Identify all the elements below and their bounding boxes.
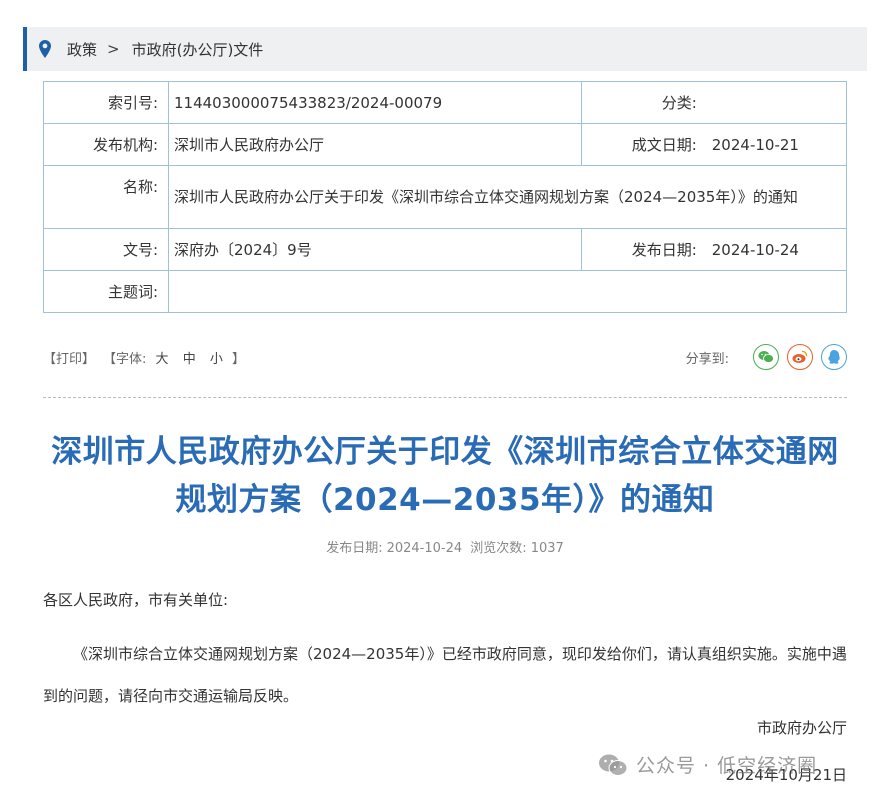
breadcrumb: 政策 > 市政府(办公厅)文件 — [23, 27, 867, 71]
font-size-control: 【字体: 大 中 小 】 — [103, 348, 245, 367]
qq-icon — [828, 350, 840, 364]
publish-date-label: 发布日期: — [581, 228, 707, 271]
font-size-large-button[interactable]: 大 — [156, 352, 169, 367]
metadata-row-keywords: 主题词: — [43, 270, 847, 313]
name-label: 名称: — [43, 165, 169, 229]
font-size-medium-button[interactable]: 中 — [183, 352, 196, 367]
article-title: 深圳市人民政府办公厅关于印发《深圳市综合立体交通网规划方案（2024—2035年… — [51, 434, 839, 518]
category-label: 分类: — [581, 81, 707, 124]
breadcrumb-link-gov-docs[interactable]: 市政府(办公厅)文件 — [132, 39, 264, 60]
watermark: 公众号 · 低空经济圈 — [598, 751, 817, 778]
pubinfo-date: 2024-10-24 — [386, 541, 463, 556]
article-paragraph: 《深圳市综合立体交通网规划方案（2024—2035年）》已经市政府同意，现印发给… — [43, 645, 847, 705]
publish-date-value: 2024-10-24 — [706, 228, 847, 271]
created-date-value: 2024-10-21 — [706, 123, 847, 166]
wechat-official-account-icon — [599, 754, 628, 776]
publisher-value: 深圳市人民政府办公厅 — [167, 123, 583, 166]
metadata-row-docno: 文号: 深府办〔2024〕9号 发布日期: 2024-10-24 — [43, 228, 847, 271]
article-pubinfo: 发布日期: 2024-10-24 浏览次数: 1037 — [43, 537, 847, 556]
category-value — [706, 81, 847, 124]
qq-share-button[interactable] — [821, 344, 847, 370]
pubinfo-views: 1037 — [530, 541, 564, 556]
created-date-label: 成文日期: — [581, 123, 707, 166]
keywords-value — [168, 270, 847, 313]
article-signature: 市政府办公厅 — [756, 719, 847, 737]
breadcrumb-link-policy[interactable]: 政策 — [67, 39, 97, 60]
watermark-text: 公众号 · 低空经济圈 — [636, 755, 818, 777]
font-size-close-bracket: 】 — [232, 351, 246, 367]
content-divider — [43, 397, 847, 398]
metadata-row-name: 名称: 深圳市人民政府办公厅关于印发《深圳市综合立体交通网规划方案（2024—2… — [43, 165, 847, 229]
share-label: 分享到: — [685, 351, 729, 367]
doc-number-label: 文号: — [43, 228, 169, 271]
name-value: 深圳市人民政府办公厅关于印发《深圳市综合立体交通网规划方案（2024—2035年… — [168, 165, 847, 229]
pubinfo-views-label: 浏览次数: — [470, 541, 527, 556]
font-size-label: 【字体: — [103, 351, 147, 367]
metadata-row-publisher: 发布机构: 深圳市人民政府办公厅 成文日期: 2024-10-21 — [43, 123, 847, 166]
article-salutation: 各区人民政府，市有关单位: — [43, 591, 229, 609]
wechat-share-button[interactable] — [753, 344, 779, 370]
location-pin-icon — [39, 40, 51, 58]
doc-number-value: 深府办〔2024〕9号 — [167, 228, 583, 271]
weibo-icon — [792, 350, 808, 363]
pubinfo-date-label: 发布日期: — [326, 541, 383, 556]
keywords-label: 主题词: — [43, 270, 169, 313]
font-size-small-button[interactable]: 小 — [210, 352, 223, 367]
weibo-share-button[interactable] — [787, 344, 813, 370]
print-button[interactable]: 【打印】 — [43, 348, 95, 367]
index-label: 索引号: — [43, 81, 169, 124]
metadata-row-index: 索引号: 114403000075433823/2024-00079 分类: — [43, 81, 847, 124]
wechat-icon — [758, 351, 774, 363]
document-metadata-table: 索引号: 114403000075433823/2024-00079 分类: 发… — [43, 81, 847, 313]
index-value: 114403000075433823/2024-00079 — [167, 81, 583, 124]
share-bar: 分享到: — [686, 344, 847, 370]
article-toolbar: 【打印】 【字体: 大 中 小 】 分享到: — [43, 340, 847, 374]
publisher-label: 发布机构: — [43, 123, 169, 166]
breadcrumb-separator: > — [107, 40, 120, 58]
